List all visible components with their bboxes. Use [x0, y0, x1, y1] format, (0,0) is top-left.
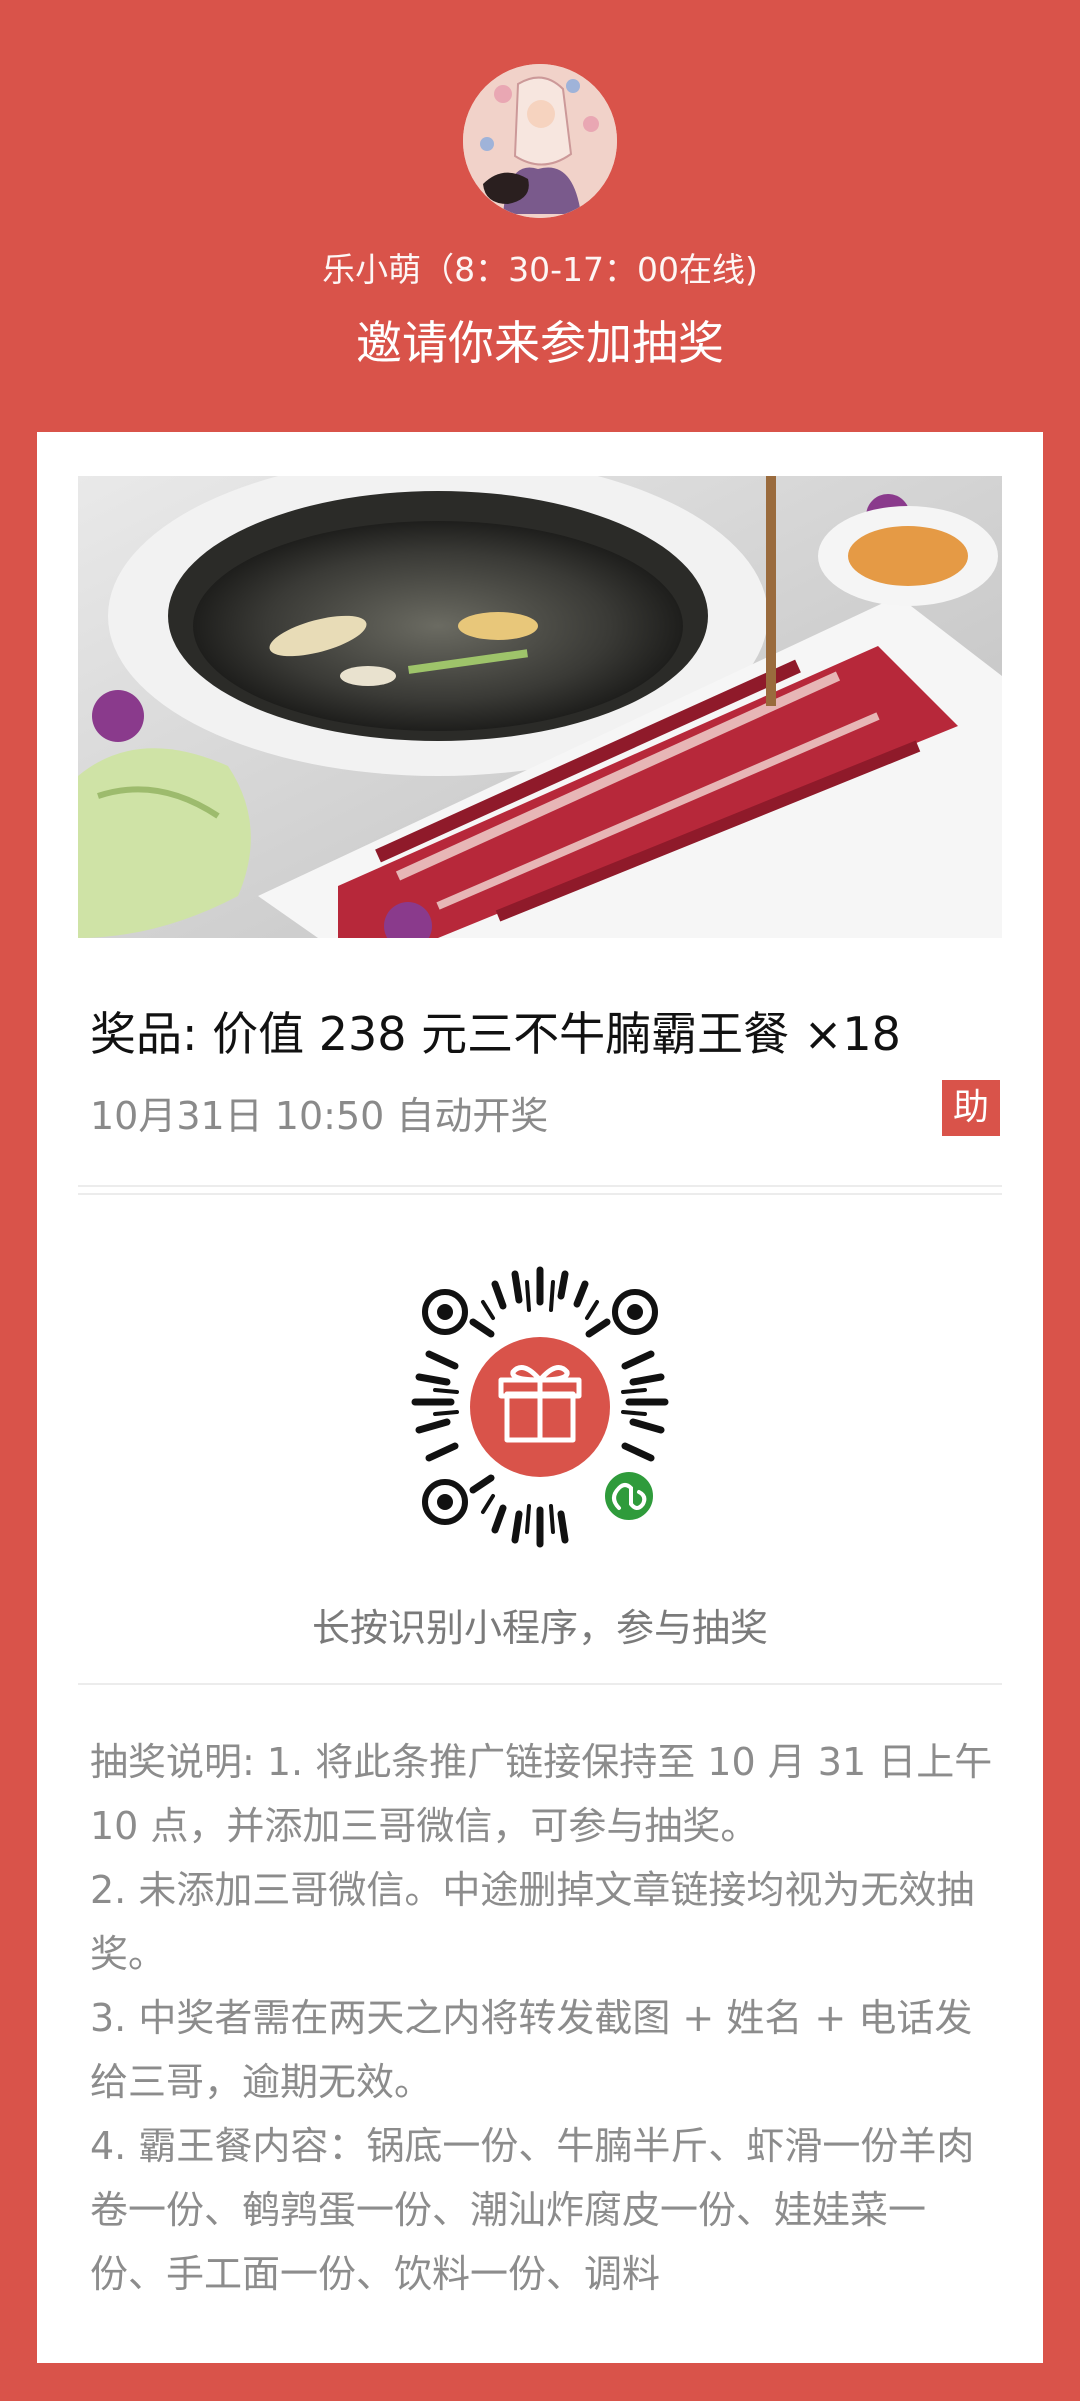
rules-text: 抽奖说明: 1. 将此条推广链接保持至 10 月 31 日上午 10 点，并添加…: [90, 1730, 1000, 2306]
rule-2: 2. 未添加三哥微信。中途删掉文章链接均视为无效抽奖。: [90, 1868, 975, 1976]
mini-program-code[interactable]: [395, 1262, 685, 1552]
mini-program-icon: [601, 1468, 657, 1524]
invite-title: 邀请你来参加抽奖: [356, 316, 724, 370]
divider: [78, 1193, 1002, 1195]
draw-time: 10月31日 10:50 自动开奖: [90, 1094, 549, 1138]
host-name: 乐小萌（8：30-17：00在线): [322, 250, 758, 289]
qr-hint: 长按识别小程序，参与抽奖: [311, 1606, 768, 1650]
help-badge[interactable]: 助: [942, 1080, 1000, 1136]
divider: [78, 1185, 1002, 1187]
host-avatar[interactable]: [463, 64, 617, 218]
prize-photo: [78, 476, 1002, 938]
rule-3: 3. 中奖者需在两天之内将转发截图 + 姓名 + 电话发给三哥，逾期无效。: [90, 1996, 973, 2104]
prize-title: 奖品: 价值 238 元三不牛腩霸王餐 ×18: [90, 1007, 901, 1061]
rule-4: 4. 霸王餐内容：锅底一份、牛腩半斤、虾滑一份羊肉卷一份、鹌鹑蛋一份、潮汕炸腐皮…: [90, 2124, 975, 2296]
divider: [78, 1683, 1002, 1685]
rule-1: 抽奖说明: 1. 将此条推广链接保持至 10 月 31 日上午 10 点，并添加…: [90, 1740, 993, 1848]
